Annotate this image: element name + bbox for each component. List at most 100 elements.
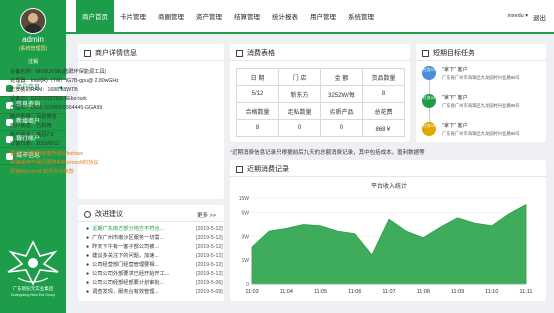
table-cell: 8 [362, 85, 405, 103]
header-cell: 合格数量 [236, 102, 279, 120]
top-bar: 商户首页 卡片管理 商圈管理 资产管理 结算管理 统计报表 用户管理 系统管理 … [66, 0, 554, 34]
list-item[interactable]: ● 建议多关注下的问题，加速... [2019-5-12] [86, 252, 226, 261]
x-tick-label: 11:04 [280, 289, 293, 295]
installed-ram: 已安装的RAM：1688.88WTB [10, 87, 78, 93]
license-link[interactable]: 阅读Microsoft 软件许可条款 [10, 168, 74, 175]
card-title: 近期消费记录 [247, 166, 289, 173]
processor: 处理器：Intel(R)（TM）IG7B-gpu@ 2.80wGHz [10, 78, 119, 84]
merchant-version: 商户版本：高冠7.0 [10, 132, 54, 138]
task-item-1[interactable]: "拿下" 客户 广东省广州市海珠区九龙园村兴业路88号 [442, 67, 520, 81]
list-item[interactable]: ● 公司公司外部要求已经开始开工... [2019-5-12] [86, 270, 226, 279]
tab-card-management[interactable]: 卡片管理 [114, 0, 152, 32]
header-cell: 金 额 [320, 68, 363, 86]
table-row: 5/12 新东方 3252W/每 8 [236, 85, 405, 103]
logout-link[interactable]: 注销 [0, 58, 66, 65]
task-badge-1: 任务01 [422, 66, 436, 80]
table-row: 合格数量 走私数量 劣质产品 总花费 [236, 102, 405, 120]
y-tick-label: 1W [242, 258, 250, 264]
y-tick-label: 3W [242, 234, 250, 240]
header-cell: 货品数量 [362, 68, 405, 86]
x-tick-label: 11:03 [245, 289, 258, 295]
table-cell: 0 [278, 119, 321, 137]
x-tick-label: 11:06 [348, 289, 361, 295]
list-item[interactable]: ● 昨天下午有一客子部公司被... [2019-5-12] [86, 243, 226, 252]
tab-reports[interactable]: 统计报表 [266, 0, 304, 32]
list-item[interactable]: ● 公司经营部门经营管理要相... [2019-5-12] [86, 261, 226, 270]
table-cell: 868￥ [362, 119, 405, 137]
card-title: 短期目标任务 [433, 50, 475, 57]
list-item[interactable]: ● 广东广州市南沙区服务一切需... [2019-5-12] [86, 234, 226, 243]
bullet-icon: ● [86, 262, 90, 268]
table-cell: 3252W/每 [320, 85, 363, 103]
chart-icon [236, 165, 243, 173]
chevron-down-icon: ▾ [525, 13, 528, 19]
x-tick-label: 11:05 [314, 289, 327, 295]
y-tick-label: 15W [239, 196, 250, 202]
target-icon [422, 49, 429, 57]
header-cell: 门 店 [278, 68, 321, 86]
chart-title: 平台收入统计 [371, 182, 407, 190]
tab-system-management[interactable]: 系统管理 [342, 0, 380, 32]
bullet-icon: ● [86, 280, 90, 286]
recent-consume-card: 近期消费记录 平台收入统计 0 1W 3W 5W 15W 11:03 11:04 11:05 11… [230, 160, 546, 301]
income-chart: 平台收入统计 0 1W 3W 5W 15W 11:03 11:04 11:05 11:06 11:0… [239, 182, 533, 295]
header-cell: 走私数量 [278, 102, 321, 120]
header-cell: 总花费 [362, 102, 405, 120]
table-row: 日 期门 店金 额货品数量 [236, 68, 405, 86]
table-icon [236, 49, 243, 57]
card-title: 商户详情信息 [95, 50, 137, 57]
monitor-icon [84, 49, 91, 57]
bullet-icon: ● [86, 271, 90, 277]
tasks-card: 短期目标任务 任务01 "拿下" 客户 广东省广州市海珠区九龙园村兴业路88号 任… [416, 44, 546, 142]
tab-merchant-home[interactable]: 商户首页 [76, 0, 114, 32]
header-cell: 劣质产品 [320, 102, 363, 120]
card-title: 改进建议 [95, 211, 123, 218]
list-item[interactable]: ● 近期广东南方部分地方不符合... [2019-5-12] [86, 225, 226, 234]
area-series [251, 203, 527, 285]
x-tick-label: 11:10 [485, 289, 498, 295]
x-tick-label: 11:08 [417, 289, 430, 295]
upgrade-link[interactable]: 更改产品密钥或者升级Windows [10, 150, 83, 157]
bullet-icon: ● [86, 235, 90, 241]
tab-business-district[interactable]: 商圈管理 [152, 0, 190, 32]
task-badge-2: 任务02 [422, 94, 436, 108]
user-role: (系统管理员) [18, 46, 48, 52]
y-tick-label: 5W [242, 211, 250, 217]
top-nav: 商户首页 卡片管理 商圈管理 资产管理 结算管理 统计报表 用户管理 系统管理 [76, 0, 380, 32]
consume-table: 日 期门 店金 额货品数量 5/12 新东方 3252W/每 8 合格数量 走私数量 劣质… [236, 68, 405, 137]
task-item-2[interactable]: "拿下" 客户 广东省广州市海珠区九龙园村兴业路88号 [442, 95, 520, 109]
install-date: 安装日期：2019/5/12 [10, 141, 60, 147]
more-link[interactable]: 更多 >> [197, 211, 216, 219]
bullet-icon: ● [86, 226, 90, 232]
table-row: 8 0 0 868￥ [236, 119, 405, 137]
tab-user-management[interactable]: 用户管理 [304, 0, 342, 32]
bullet-icon: ● [86, 253, 90, 259]
notice-text: *近期消费信息记录只根据前后九天的总额消费记录，其中包括成本，盈利数据等 [230, 150, 425, 156]
list-item[interactable]: ● 公司公司经部经部要计划审批... [2019-5-06] [86, 279, 226, 288]
table-cell: 8 [236, 119, 279, 137]
bulb-icon [84, 210, 91, 218]
exit-button[interactable]: 退出 [533, 12, 546, 22]
list-item[interactable]: ● 调查发现，服务台有效管理... [2019-5-09] [86, 288, 226, 297]
user-menu[interactable]: inxedu ▾ [507, 13, 528, 19]
table-cell: 新东方 [278, 85, 321, 103]
x-tick-label: 11:09 [451, 289, 464, 295]
table-cell: 0 [320, 119, 363, 137]
task-item-3[interactable]: "拿下" 客户 广东省广州市海珠区九龙园村兴业路88号 [442, 123, 520, 137]
x-tick-label: 11:07 [382, 289, 395, 295]
task-badge-3: 任务03 [422, 122, 436, 136]
consume-table-card: 消费表格 日 期门 店金 额货品数量 5/12 新东方 3252W/每 8 合格数量走… [230, 44, 410, 142]
user-name: admin [22, 35, 44, 44]
merchant-status: 商户状态：已启用 [10, 123, 52, 129]
y-tick-label: 0 [246, 282, 249, 288]
top-username: inxedu [507, 13, 524, 19]
product-id: 产品ID：0331-151000-5564445-GGA99 [10, 105, 103, 111]
tab-settlement[interactable]: 结算管理 [228, 0, 266, 32]
device-id: 设备ID：GG9151175G-9Ebo-turk [10, 96, 87, 102]
avatar[interactable] [20, 8, 46, 34]
merchant-name: 商户名称：百叔商店 [10, 114, 57, 120]
suggestion-list: ● 近期广东南方部分地方不符合... [2019-5-12] ● 广东广州市南沙区服务… [86, 225, 226, 297]
bullet-icon: ● [86, 244, 90, 250]
agreement-link[interactable]: 阅读适用于我们服务的Microsoft的协议 [10, 159, 98, 166]
tab-asset-management[interactable]: 资产管理 [190, 0, 228, 32]
